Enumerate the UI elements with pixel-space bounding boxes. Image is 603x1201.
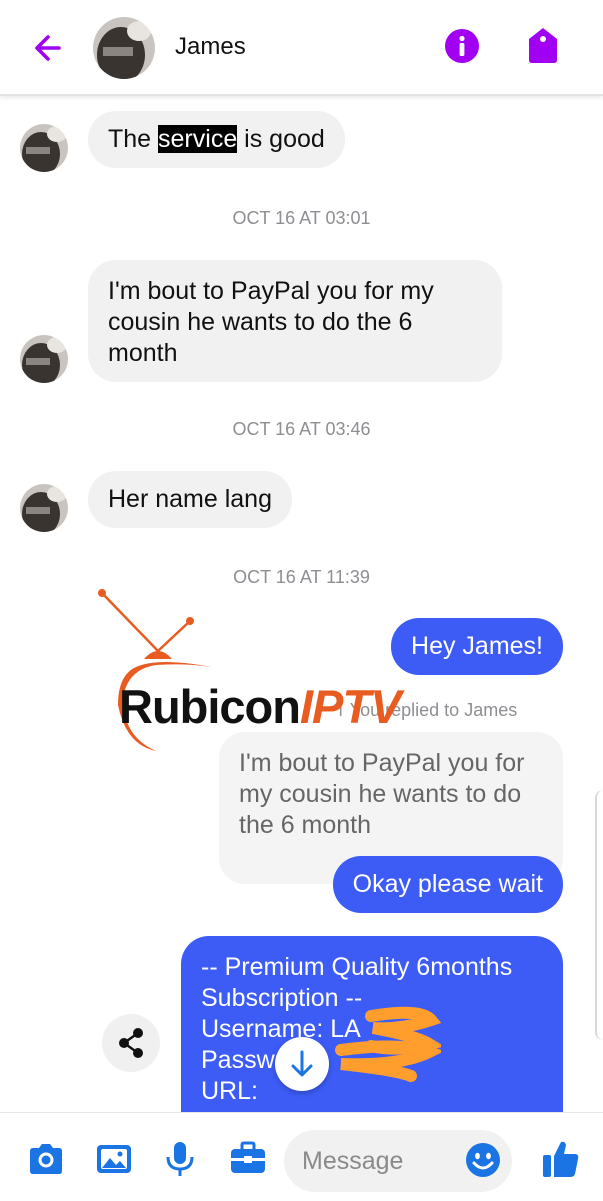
incoming-message[interactable]: I'm bout to PayPal you for my cousin he … (88, 260, 502, 382)
share-icon (119, 1028, 143, 1058)
contact-avatar[interactable] (93, 17, 155, 79)
incoming-message[interactable]: The service is good (88, 111, 345, 168)
message-text: The (108, 125, 159, 153)
microphone-icon[interactable] (160, 1139, 200, 1179)
outgoing-message-subscription[interactable]: -- Premium Quality 6months Subscription … (181, 936, 563, 1126)
scroll-indicator[interactable] (595, 790, 603, 1040)
quoted-line: my cousin he wants to do (239, 780, 522, 808)
brand-main: Rubicon (119, 680, 301, 733)
outgoing-message[interactable]: Okay please wait (332, 856, 563, 913)
tag-icon[interactable] (525, 26, 561, 64)
timestamp: OCT 16 AT 03:46 (232, 419, 371, 439)
contact-name[interactable]: James (175, 33, 246, 61)
outgoing-message[interactable]: Hey James! (391, 618, 563, 675)
thumbs-up-icon[interactable] (541, 1138, 581, 1180)
briefcase-icon[interactable] (228, 1139, 268, 1179)
message-line: cousin he wants to do the 6 (108, 308, 413, 336)
scroll-to-bottom-button[interactable] (275, 1037, 329, 1091)
incoming-message[interactable]: Her name lang (88, 471, 292, 528)
message-line: -- Premium Quality 6months (201, 953, 513, 981)
message-line: month (108, 339, 178, 367)
reply-note-text: You replied to James (349, 700, 518, 720)
sender-avatar[interactable] (20, 124, 68, 172)
composer-bar (0, 1112, 603, 1201)
reply-indicator: ↰ You replied to James (330, 700, 517, 721)
highlighted-word: service (158, 125, 238, 153)
timestamp: OCT 16 AT 03:01 (232, 208, 371, 228)
sender-avatar[interactable] (20, 484, 68, 532)
quoted-line: I'm bout to PayPal you for (239, 749, 525, 777)
sender-avatar[interactable] (20, 335, 68, 383)
message-line: I'm bout to PayPal you for my (108, 277, 434, 305)
camera-icon[interactable] (26, 1139, 66, 1179)
image-icon[interactable] (94, 1139, 134, 1179)
quoted-line: the 6 month (239, 811, 372, 839)
timestamp: OCT 16 AT 11:39 (233, 567, 370, 587)
share-button[interactable] (102, 1014, 160, 1072)
message-text: is good (237, 125, 325, 153)
info-icon[interactable] (444, 28, 480, 64)
back-arrow-icon[interactable] (28, 30, 64, 66)
conversation-header: James (0, 0, 603, 96)
emoji-icon[interactable] (465, 1142, 501, 1178)
reply-arrow-icon: ↰ (330, 700, 350, 720)
arrow-down-icon (291, 1050, 313, 1077)
